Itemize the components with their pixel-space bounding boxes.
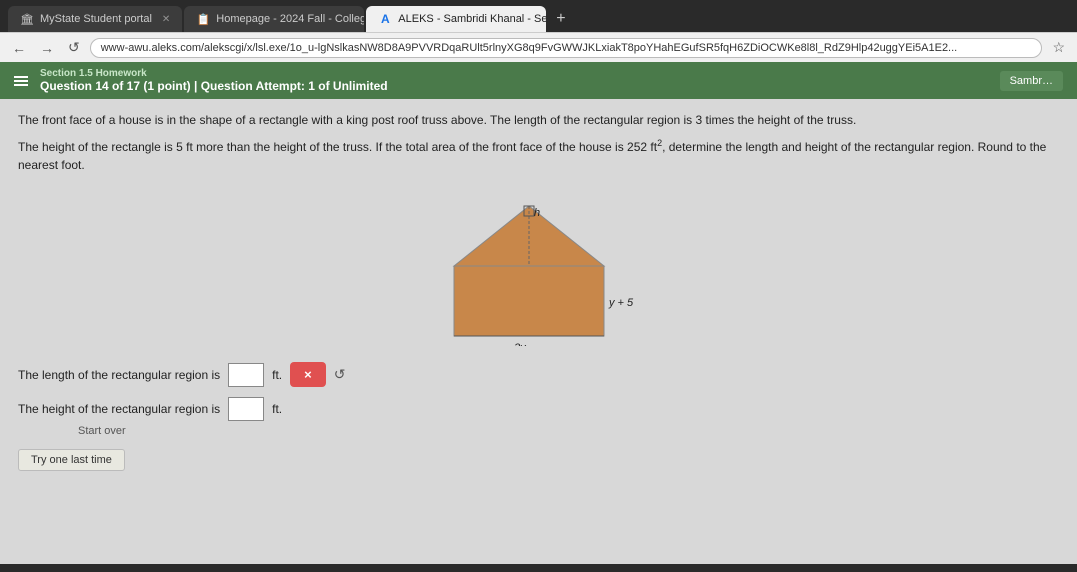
bookmark-button[interactable]: ☆ xyxy=(1048,37,1069,58)
diagram-container: h y + 5 3y xyxy=(18,186,1059,346)
length-label: The length of the rectangular region is xyxy=(18,368,220,382)
length-answer-row: The length of the rectangular region is … xyxy=(18,362,1059,387)
height-answer-row: The height of the rectangular region is … xyxy=(18,397,1059,421)
problem-text-1: The front face of a house is in the shap… xyxy=(18,111,1059,129)
question-label: Question 14 of 17 (1 point) | Question A… xyxy=(40,79,388,93)
tab-aleks-label: ALEKS - Sambridi Khanal - Sect… xyxy=(398,13,546,25)
aleks-header: Section 1.5 Homework Question 14 of 17 (… xyxy=(0,62,1077,99)
samb-button[interactable]: Sambr… xyxy=(1000,71,1063,91)
browser-chrome: 🏛 MyState Student portal ✕ 📋 Homepage - … xyxy=(0,0,1077,62)
tab-aleks[interactable]: A ALEKS - Sambridi Khanal - Sect… ✕ xyxy=(366,6,546,32)
tab-mystate[interactable]: 🏛 MyState Student portal ✕ xyxy=(8,6,182,32)
start-over-label: Start over xyxy=(78,425,1059,437)
svg-text:h: h xyxy=(534,207,540,219)
hamburger-menu[interactable] xyxy=(14,76,28,86)
main-content: Section 1.5 Homework Question 14 of 17 (… xyxy=(0,62,1077,564)
height-unit: ft. xyxy=(272,402,282,416)
tab-homepage[interactable]: 📋 Homepage - 2024 Fall - Colleg… ✕ xyxy=(184,6,364,32)
forward-button[interactable]: → xyxy=(36,38,58,58)
height-input[interactable] xyxy=(228,397,264,421)
section-label: Section 1.5 Homework xyxy=(40,68,388,79)
refresh-button[interactable]: ↺ xyxy=(64,37,84,58)
svg-text:y + 5: y + 5 xyxy=(608,297,634,309)
length-unit: ft. xyxy=(272,368,282,382)
tab-homepage-label: Homepage - 2024 Fall - Colleg… xyxy=(216,13,364,25)
svg-text:3y: 3y xyxy=(514,342,527,346)
homepage-icon: 📋 xyxy=(196,12,210,26)
aleks-tab-icon: A xyxy=(378,12,392,26)
problem-text-2: The height of the rectangle is 5 ft more… xyxy=(18,137,1059,174)
tab-bar: 🏛 MyState Student portal ✕ 📋 Homepage - … xyxy=(0,0,1077,32)
length-input[interactable] xyxy=(228,363,264,387)
height-label: The height of the rectangular region is xyxy=(18,402,220,416)
redo-button[interactable]: ↺ xyxy=(334,366,346,383)
address-bar: ← → ↺ www-awu.aleks.com/alekscgi/x/lsl.e… xyxy=(0,32,1077,62)
aleks-header-right: Sambr… xyxy=(1000,71,1063,91)
aleks-header-info: Section 1.5 Homework Question 14 of 17 (… xyxy=(40,68,388,93)
content-area: The front face of a house is in the shap… xyxy=(0,99,1077,564)
url-bar[interactable]: www-awu.aleks.com/alekscgi/x/lsl.exe/1o_… xyxy=(90,38,1043,58)
house-diagram: h y + 5 3y xyxy=(424,186,654,346)
back-button[interactable]: ← xyxy=(8,38,30,58)
tab-mystate-label: MyState Student portal xyxy=(40,13,152,25)
new-tab-button[interactable]: + xyxy=(548,6,573,32)
try-button[interactable]: Try one last time xyxy=(18,449,125,471)
answer-section: The length of the rectangular region is … xyxy=(18,362,1059,471)
mystate-icon: 🏛 xyxy=(20,12,34,26)
tab-mystate-close[interactable]: ✕ xyxy=(162,14,170,25)
check-button[interactable]: × xyxy=(290,362,326,387)
